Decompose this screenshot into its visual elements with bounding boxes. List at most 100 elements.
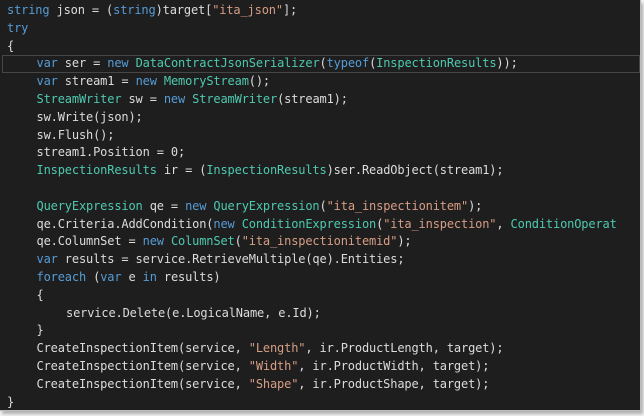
code-line[interactable]: CreateInspectionItem(service, "Shape", i… <box>0 376 640 394</box>
code-token: ( <box>86 269 101 284</box>
code-token: e <box>121 269 143 284</box>
code-token: ); <box>468 198 483 213</box>
code-token: sw = <box>121 91 164 106</box>
code-line[interactable]: InspectionResults ir = (InspectionResult… <box>0 162 640 180</box>
code-line[interactable]: string json = (string)target["ita_json"]… <box>0 2 640 20</box>
code-editor-window: string json = (string)target["ita_json"]… <box>0 0 641 411</box>
code-token: new <box>163 91 186 106</box>
code-token: qe.ColumnSet = <box>36 234 143 249</box>
code-token: ( <box>234 234 242 249</box>
code-token: json = ( <box>49 3 114 17</box>
code-line[interactable]: var ser = new DataContractJsonSerializer… <box>0 55 640 74</box>
code-token: StreamWriter <box>36 91 122 106</box>
code-token: ); <box>397 234 412 249</box>
code-line[interactable]: { <box>0 287 640 305</box>
code-token: qe = <box>142 198 186 213</box>
code-line[interactable]: stream1.Position = 0; <box>0 144 640 162</box>
code-token: ir = ( <box>156 163 207 178</box>
code-line[interactable]: service.Delete(e.LogicalName, e.Id); <box>0 305 640 323</box>
code-token: (); <box>248 74 271 89</box>
code-token: { <box>7 38 15 53</box>
code-token: service.Delete(e.LogicalName, e.Id); <box>66 305 321 320</box>
code-token: CreateInspectionItem(service, <box>36 358 249 373</box>
code-line[interactable]: foreach (var e in results) <box>0 269 640 287</box>
code-token: { <box>36 287 44 302</box>
code-token: } <box>7 394 15 409</box>
code-token: in <box>142 269 157 284</box>
code-token: , ir.ProductLength, target); <box>305 341 504 356</box>
code-line[interactable]: QueryExpression qe = new QueryExpression… <box>0 198 640 216</box>
code-token: new <box>185 198 207 213</box>
code-token: "Width" <box>248 358 299 373</box>
code-token: var <box>36 252 58 267</box>
code-line[interactable]: { <box>0 38 640 56</box>
code-line[interactable]: } <box>0 394 640 410</box>
code-line[interactable]: sw.Flush(); <box>0 127 640 145</box>
code-token: "Shape" <box>248 376 299 391</box>
code-token: foreach <box>36 269 87 284</box>
code-token: (stream1); <box>277 91 348 106</box>
code-token: ConditionExpression <box>241 216 377 231</box>
code-line[interactable]: } <box>0 322 640 340</box>
code-token: new <box>107 56 129 71</box>
code-token: var <box>36 56 58 71</box>
code-token: MemoryStream <box>163 74 249 89</box>
code-token: typeof <box>326 56 370 71</box>
code-token: InspectionResults <box>376 56 497 71</box>
code-token: CreateInspectionItem(service, <box>36 376 249 391</box>
code-token: new <box>142 234 164 249</box>
code-token: "ita_inspectionitemid" <box>241 234 398 249</box>
code-token: "ita_json" <box>212 3 283 17</box>
code-line[interactable]: try <box>0 20 640 38</box>
code-token: , ir.ProductWidth, target); <box>298 358 490 373</box>
code-token: QueryExpression <box>36 198 143 213</box>
code-token: "Length" <box>248 341 306 356</box>
code-token: InspectionResults <box>36 163 157 178</box>
code-token: new <box>213 216 235 231</box>
code-token: )ser.ReadObject(stream1); <box>326 163 504 178</box>
code-token: )target[ <box>155 3 213 17</box>
code-token: try <box>7 20 29 35</box>
code-token: stream1 = <box>57 74 136 89</box>
code-token: ]; <box>282 3 298 17</box>
code-token: "ita_inspectionitem" <box>326 198 469 213</box>
code-token: StreamWriter <box>192 91 278 106</box>
code-token: stream1.Position = 0; <box>36 145 186 160</box>
code-token: InspectionResults <box>206 163 327 178</box>
code-token: sw.Flush(); <box>36 127 115 142</box>
code-token: CreateInspectionItem(service, <box>36 341 249 356</box>
code-token: , <box>496 216 511 231</box>
code-token: QueryExpression <box>213 198 320 213</box>
code-token: results) <box>156 269 221 284</box>
code-line[interactable]: var stream1 = new MemoryStream(); <box>0 73 640 91</box>
code-token: )); <box>496 56 518 71</box>
code-token: ser = <box>57 56 108 71</box>
code-token: string <box>7 3 50 17</box>
code-line[interactable]: CreateInspectionItem(service, "Width", i… <box>0 358 640 376</box>
code-token: string <box>113 3 156 17</box>
code-line[interactable]: CreateInspectionItem(service, "Length", … <box>0 340 640 358</box>
code-line[interactable]: qe.ColumnSet = new ColumnSet("ita_inspec… <box>0 233 640 251</box>
code-line[interactable]: StreamWriter sw = new StreamWriter(strea… <box>0 91 640 109</box>
code-token: ( <box>319 198 327 213</box>
code-token: new <box>135 74 157 89</box>
code-token: sw.Write(json); <box>36 109 143 124</box>
code-token: , ir.ProductShape, target); <box>298 376 490 391</box>
code-token: results = service.RetrieveMultiple(qe).E… <box>57 252 405 267</box>
code-token: var <box>36 74 58 89</box>
code-token: DataContractJsonSerializer <box>135 56 320 71</box>
code-token: qe.Criteria.AddCondition( <box>36 216 214 231</box>
code-line[interactable]: sw.Write(json); <box>0 109 640 127</box>
code-line[interactable] <box>0 180 640 198</box>
code-token: ConditionOperat <box>510 216 617 231</box>
code-line[interactable]: var results = service.RetrieveMultiple(q… <box>0 251 640 269</box>
code-token: "ita_inspection" <box>383 216 497 231</box>
code-token: ColumnSet <box>170 234 235 249</box>
code-line[interactable]: qe.Criteria.AddCondition(new ConditionEx… <box>0 216 640 234</box>
code-token: ( <box>319 56 327 71</box>
code-editor[interactable]: string json = (string)target["ita_json"]… <box>0 2 640 410</box>
